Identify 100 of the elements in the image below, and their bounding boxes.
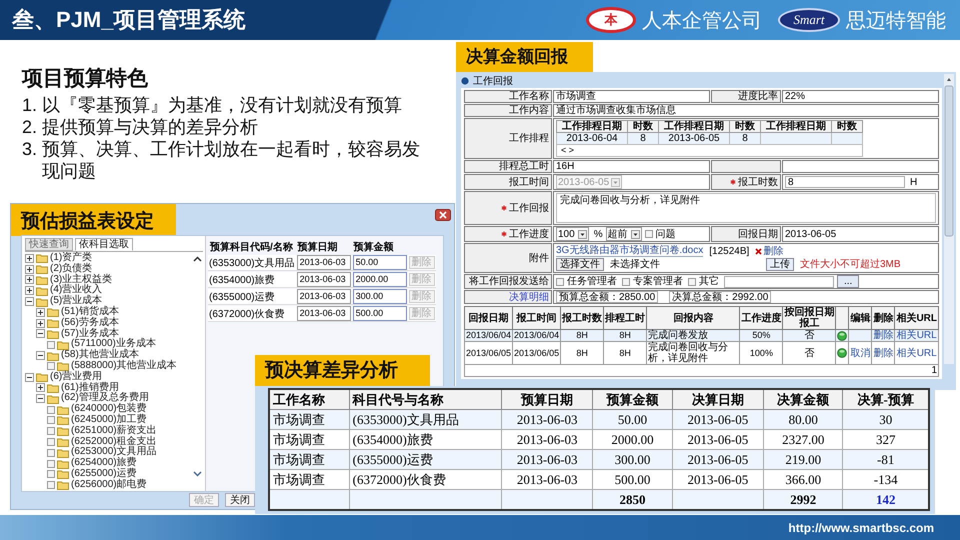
checkbox-label: 问题: [656, 228, 676, 240]
checkbox[interactable]: [47, 340, 55, 349]
tree-item[interactable]: (57)业务成本: [61, 328, 119, 340]
checkbox[interactable]: [47, 481, 55, 490]
tree-item[interactable]: (6254000)旅费: [71, 458, 137, 469]
column-header: 时数: [730, 120, 760, 132]
tree-item[interactable]: (56)劳务成本: [61, 318, 119, 329]
size-limit-note: 文件大小不可超过3MB: [800, 259, 901, 270]
table-cell: 100%: [750, 348, 773, 358]
tab[interactable]: 快速查询: [25, 238, 73, 251]
expand-icon[interactable]: [36, 318, 45, 328]
field-value: 2013-06-05: [782, 226, 939, 242]
table-cell: (6355000)运费: [349, 450, 502, 470]
pager-arrows[interactable]: < >: [561, 145, 574, 155]
column-header: 工作排程日期: [760, 120, 832, 132]
checkbox[interactable]: [556, 278, 564, 286]
expand-icon[interactable]: [25, 264, 34, 274]
close-button[interactable]: 关闭: [225, 493, 255, 507]
checkbox[interactable]: [47, 470, 55, 478]
tree-item[interactable]: (6255000)运费: [71, 468, 137, 480]
checkbox[interactable]: [622, 278, 630, 286]
checkbox[interactable]: [47, 406, 55, 414]
column-header: 工作排程日期: [658, 120, 730, 132]
column-header: 删除: [872, 306, 895, 330]
collapse-icon[interactable]: [25, 297, 34, 306]
table-cell: (6353000)文具用品: [208, 255, 296, 271]
settlement-link[interactable]: 决算明细: [509, 292, 549, 302]
checkbox[interactable]: [47, 460, 55, 468]
folder-icon: [57, 340, 69, 350]
column-header: 报工时间: [512, 306, 561, 330]
table-link[interactable]: 删除: [873, 330, 894, 341]
table-cell: 8H: [619, 348, 631, 358]
table-cell: 2013/06/05: [466, 348, 512, 358]
scroll-up-icon[interactable]: [193, 256, 202, 262]
page-number[interactable]: 1: [931, 365, 937, 376]
field-value: 通过市场调查收集市场信息: [553, 104, 939, 117]
checkbox[interactable]: [47, 427, 55, 436]
input-field[interactable]: 8: [785, 176, 905, 188]
tree-item[interactable]: (6240000)包装费: [71, 404, 147, 415]
column-header: 预算科目代码/名称: [208, 240, 294, 254]
collapse-icon[interactable]: [25, 372, 34, 382]
remove-link[interactable]: 删除: [755, 246, 784, 256]
table-cell: 2013-06-03: [502, 450, 593, 470]
tree-item[interactable]: (6)营业费用: [50, 372, 102, 383]
scroll-down-icon[interactable]: [193, 471, 202, 477]
expand-icon[interactable]: [36, 308, 45, 317]
date-field[interactable]: 2013-06-03: [296, 272, 351, 287]
date-field[interactable]: 2013-06-03: [296, 289, 351, 304]
amount-field[interactable]: 50.00: [352, 255, 407, 270]
tree-item[interactable]: (6256000)邮电费: [71, 480, 147, 491]
collapse-icon[interactable]: [36, 351, 45, 360]
tree-item[interactable]: (6251000)薪资支出: [71, 426, 157, 437]
text-area[interactable]: 完成问卷回收与分析，详见附件: [556, 193, 936, 223]
choose-file-button[interactable]: 选择文件: [556, 258, 604, 271]
tree-item[interactable]: (1)资产类: [50, 253, 92, 264]
column-header: 回报日期: [464, 306, 513, 330]
field-value: 22%: [782, 90, 939, 103]
upload-button[interactable]: 上传: [766, 258, 794, 271]
table-cell: 8H: [619, 330, 631, 340]
tree-item[interactable]: (6245000)加工费: [71, 414, 147, 426]
collapse-icon[interactable]: [36, 394, 45, 404]
tree-item[interactable]: (5)营业成本: [50, 296, 102, 307]
tree-item[interactable]: (58)其他营业成本: [61, 350, 139, 361]
expand-icon[interactable]: [25, 254, 34, 263]
field-label: 工作进度: [509, 228, 549, 240]
folder-icon: [47, 394, 59, 404]
tree-item[interactable]: (2)负债类: [50, 264, 92, 275]
file-link[interactable]: 3G无线路由器市场调查问卷.docx: [556, 245, 704, 257]
checkbox[interactable]: [47, 416, 55, 424]
input-field[interactable]: [724, 276, 834, 288]
field-label: 工作回报: [509, 202, 549, 214]
tree-item[interactable]: (5888000)其他营业成本: [71, 360, 177, 372]
total-cell: 2992: [763, 490, 843, 510]
amount-field[interactable]: 300.00: [352, 289, 407, 304]
table-link[interactable]: 相关URL: [896, 330, 937, 341]
tree-item[interactable]: (51)销货成本: [61, 306, 119, 318]
expand-icon[interactable]: [25, 286, 34, 296]
expand-icon[interactable]: [36, 383, 45, 392]
tree-item[interactable]: (6252000)租金支出: [71, 436, 157, 448]
date-field[interactable]: 2013-06-03: [296, 306, 351, 321]
dropdown[interactable]: 100: [556, 227, 589, 241]
checkbox[interactable]: [47, 438, 55, 446]
dropdown[interactable]: 超前: [606, 227, 642, 241]
tree-item[interactable]: (61)推销费用: [61, 382, 119, 394]
date-field[interactable]: 2013-06-03: [296, 255, 351, 270]
amount-field[interactable]: 2000.00: [352, 272, 407, 287]
checkbox[interactable]: [644, 230, 653, 238]
checkbox[interactable]: [688, 278, 696, 286]
tab[interactable]: 依科目选取: [75, 238, 133, 251]
expand-icon[interactable]: [25, 275, 34, 284]
folder-icon: [57, 426, 69, 436]
checkbox[interactable]: [47, 362, 55, 370]
amount-field[interactable]: 500.00: [352, 306, 407, 321]
folder-icon: [57, 361, 69, 372]
close-icon[interactable]: [435, 209, 451, 221]
collapse-icon[interactable]: [36, 329, 45, 338]
table-cell: 否: [804, 348, 814, 358]
checkbox[interactable]: [47, 448, 55, 457]
table-cell: 2013/06/05: [514, 348, 560, 358]
browse-button[interactable]: ...: [837, 275, 860, 288]
